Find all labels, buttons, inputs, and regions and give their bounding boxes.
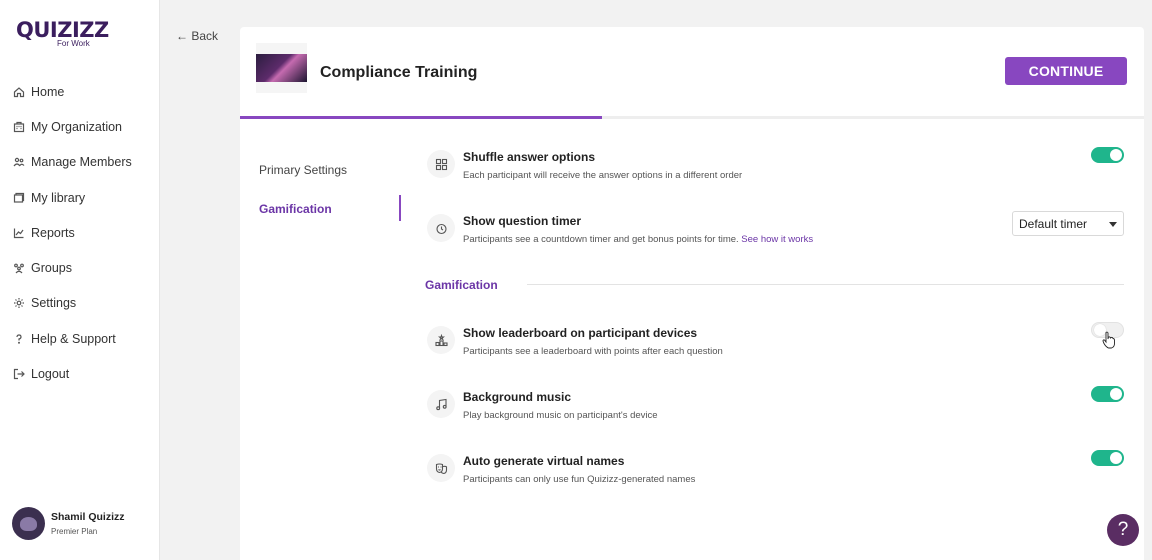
toggle-knob [1110,388,1122,400]
sidebar-item-manage-members[interactable]: Manage Members [12,145,132,180]
sidebar-item-home[interactable]: Home [12,74,132,109]
tab-primary-settings[interactable]: Primary Settings [259,163,347,177]
quizizz-logo[interactable]: QUIZIZZ For Work [16,18,109,48]
back-link[interactable]: ← Back [176,29,218,43]
section-divider [527,284,1124,285]
logout-icon [12,368,25,381]
setting-description: Participants see a countdown timer and g… [463,234,813,245]
settings-card: Compliance Training CONTINUE Primary Set… [240,27,1144,560]
sidebar-item-logout[interactable]: Logout [12,356,132,391]
question-icon [12,332,25,345]
sidebar-item-my-organization[interactable]: My Organization [12,109,132,144]
quiz-thumbnail [256,43,307,93]
sidebar-item-my-library[interactable]: My library [12,180,132,215]
setting-background-music: Background music Play background music o… [427,390,1127,430]
help-button[interactable]: ? [1107,514,1139,546]
sidebar-nav: Home My Organization Manage Members My l… [12,74,132,392]
masks-icon [427,454,455,482]
shuffle-toggle[interactable] [1091,147,1124,163]
caret-down-icon [1109,222,1117,227]
page-title: Compliance Training [320,64,478,81]
setting-title: Shuffle answer options [463,150,596,164]
sidebar-item-label: Logout [31,367,70,382]
toggle-knob [1110,149,1122,161]
setting-shuffle-answers: Shuffle answer options Each participant … [427,150,1127,190]
setting-title: Background music [463,390,572,404]
sidebar: QUIZIZZ For Work Home My Organization Ma… [0,0,160,560]
background-music-toggle[interactable] [1091,386,1124,402]
sidebar-item-settings[interactable]: Settings [12,286,132,321]
setting-description: Each participant will receive the answer… [463,170,743,181]
logo-subtitle: For Work [57,39,90,48]
active-tab-indicator [399,195,401,221]
setting-description: Participants can only use fun Quizizz-ge… [463,474,696,485]
setting-leaderboard: Show leaderboard on participant devices … [427,326,1127,366]
progress-bar [240,116,1144,119]
thumbnail-image [256,54,307,82]
user-plan: Premier Plan [51,527,98,536]
music-note-icon [427,390,455,418]
continue-button[interactable]: CONTINUE [1005,57,1127,85]
sidebar-item-label: Manage Members [31,155,132,170]
sidebar-item-label: Home [31,84,65,99]
members-icon [12,156,25,169]
sidebar-item-label: Help & Support [31,331,116,346]
setting-title: Show leaderboard on participant devices [463,326,698,340]
leaderboard-icon [427,326,455,354]
user-info: Shamil Quizizz Premier Plan [51,511,125,536]
organization-icon [12,120,25,133]
timer-select[interactable]: Default timer [1012,211,1124,236]
avatar [12,507,45,540]
sidebar-item-label: My Organization [31,119,123,134]
toggle-knob [1110,452,1122,464]
groups-icon [12,262,25,275]
timer-select-value: Default timer [1019,217,1088,231]
user-name: Shamil Quizizz [51,511,125,523]
sidebar-item-label: Reports [31,225,75,240]
description-text: Participants see a countdown timer and g… [463,234,739,245]
timer-icon [427,214,455,242]
section-gamification-label: Gamification [425,278,498,292]
see-how-it-works-link[interactable]: See how it works [741,234,813,245]
sidebar-item-groups[interactable]: Groups [12,250,132,285]
sidebar-item-label: Groups [31,261,72,276]
tab-gamification[interactable]: Gamification [259,202,332,216]
sidebar-item-help-support[interactable]: Help & Support [12,321,132,356]
reports-icon [12,226,25,239]
user-profile[interactable]: Shamil Quizizz Premier Plan [12,507,125,540]
library-icon [12,191,25,204]
gear-icon [12,297,25,310]
setting-virtual-names: Auto generate virtual names Participants… [427,454,1127,494]
sidebar-item-label: Settings [31,296,77,311]
virtual-names-toggle[interactable] [1091,450,1124,466]
setting-title: Show question timer [463,214,582,228]
sidebar-item-reports[interactable]: Reports [12,215,132,250]
setting-description: Play background music on participant's d… [463,410,658,421]
setting-description: Participants see a leaderboard with poin… [463,346,723,357]
progress-fill [240,116,602,119]
hand-cursor-icon [1102,331,1115,349]
grid-icon [427,150,455,178]
sidebar-item-label: My library [31,190,86,205]
setting-title: Auto generate virtual names [463,454,625,468]
home-icon [12,85,25,98]
quiz-header: Compliance Training CONTINUE [240,27,1144,117]
